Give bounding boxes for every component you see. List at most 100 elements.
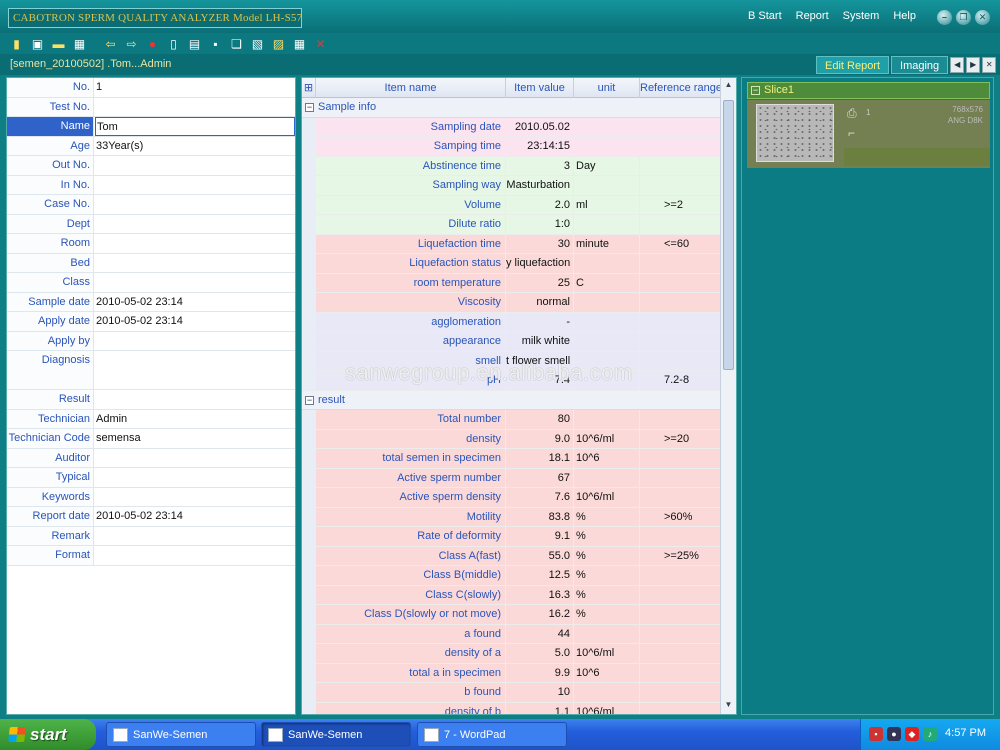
table-row[interactable]: Samping time 23:14:15 [302, 137, 722, 157]
item-value-cell[interactable]: 18.1 [506, 449, 574, 469]
slice-thumbnail[interactable] [756, 104, 834, 162]
menu-report[interactable]: Report [796, 10, 829, 22]
item-value-cell[interactable]: 23:14:15 [506, 137, 574, 157]
item-value-cell[interactable]: - [506, 312, 574, 332]
table-row[interactable]: Class B(middle) 12.5% [302, 566, 722, 586]
table-row[interactable]: a found 44 [302, 624, 722, 644]
chevron-right-icon[interactable]: ▶ [966, 57, 981, 73]
menu-help[interactable]: Help [893, 10, 916, 22]
item-value-cell[interactable]: 9.9 [506, 663, 574, 683]
item-value-cell[interactable]: y liquefaction [506, 254, 574, 274]
in-no-field[interactable] [95, 176, 295, 195]
item-value-cell[interactable]: 16.3 [506, 585, 574, 605]
item-value-cell[interactable]: 30 [506, 234, 574, 254]
table-row[interactable]: Rate of deformity 9.1% [302, 527, 722, 547]
item-value-cell[interactable]: 2.0 [506, 195, 574, 215]
table-row[interactable]: Liquefaction time 30 minute <=60 [302, 234, 722, 254]
item-value-cell[interactable]: Masturbation [506, 176, 574, 196]
format-field[interactable] [95, 546, 295, 565]
group-sample-info[interactable]: − Sample info [302, 98, 722, 118]
pointer-icon[interactable]: ⌐ [848, 126, 855, 140]
expand-all-icon[interactable]: ⊞ [302, 78, 316, 98]
group-result[interactable]: − result [302, 390, 722, 410]
remark-field[interactable] [95, 527, 295, 546]
volume-icon[interactable]: ♪ [923, 727, 937, 741]
printer-icon[interactable]: ⎙ [847, 106, 857, 121]
table-row[interactable]: Active sperm density 7.6 10^6/ml [302, 488, 722, 508]
class-field[interactable] [95, 273, 295, 292]
item-value-cell[interactable]: 12.5 [506, 566, 574, 586]
table-row[interactable]: total semen in specimen 18.1 10^6 [302, 449, 722, 469]
table-row[interactable]: total a in specimen 9.9 10^6 [302, 663, 722, 683]
close-icon[interactable]: ✕ [975, 10, 990, 25]
scroll-thumb[interactable] [723, 100, 734, 370]
diagnosis-field[interactable] [95, 351, 295, 389]
item-value-cell[interactable]: 9.1 [506, 527, 574, 547]
table-row[interactable]: Class A(fast) 55.0% >=25% [302, 546, 722, 566]
arrow-left-icon[interactable]: ⇦ [102, 35, 119, 52]
table-row[interactable]: room temperature 25 C [302, 273, 722, 293]
copy-icon[interactable]: ❏ [228, 35, 245, 52]
grid-scrollbar[interactable]: ▲ ▼ [720, 78, 736, 714]
out-no-field[interactable] [95, 156, 295, 175]
item-value-cell[interactable]: 55.0 [506, 546, 574, 566]
table-row[interactable]: Volume 2.0 ml >=2 [302, 195, 722, 215]
table-row[interactable]: Liquefaction status y liquefaction [302, 254, 722, 274]
result-field[interactable] [95, 390, 295, 409]
shield-icon[interactable]: ◆ [905, 727, 919, 741]
table-row[interactable]: appearance milk white [302, 332, 722, 352]
menu-system[interactable]: System [843, 10, 880, 22]
keywords-field[interactable] [95, 488, 295, 507]
stack-icon[interactable]: ▣ [29, 35, 46, 52]
delete-icon[interactable]: ✕ [312, 35, 329, 52]
open-icon[interactable]: ▮ [8, 35, 25, 52]
item-value-cell[interactable]: 10 [506, 683, 574, 703]
close-icon[interactable]: ✕ [982, 57, 997, 73]
item-value-cell[interactable]: 2010.05.02 [506, 117, 574, 137]
item-value-cell[interactable]: 67 [506, 468, 574, 488]
technician-field[interactable]: Admin [95, 410, 295, 429]
item-value-cell[interactable]: normal [506, 293, 574, 313]
scroll-up-icon[interactable]: ▲ [723, 80, 734, 92]
item-value-cell[interactable]: 9.0 [506, 429, 574, 449]
taskbar-item-sanwe-semen-2[interactable]: SanWe-Semen [261, 722, 411, 747]
sample-date-field[interactable]: 2010-05-02 23:14 [95, 293, 295, 312]
table-row[interactable]: density of b 1.1 10^6/ml [302, 702, 722, 714]
bed-field[interactable] [95, 254, 295, 273]
network-icon[interactable]: ▪ [869, 727, 883, 741]
table-row[interactable]: Class D(slowly or not move) 16.2% [302, 605, 722, 625]
apply-date-field[interactable]: 2010-05-02 23:14 [95, 312, 295, 331]
calendar-icon[interactable]: ▦ [71, 35, 88, 52]
column-reference-range[interactable]: Reference range [640, 78, 722, 98]
column-unit[interactable]: unit [574, 78, 640, 98]
tab-imaging[interactable]: Imaging [891, 56, 949, 74]
room-field[interactable] [95, 234, 295, 253]
name-field[interactable]: Tom [95, 117, 295, 136]
table-row[interactable]: b found 10 [302, 683, 722, 703]
table-icon[interactable]: ▦ [291, 35, 308, 52]
chevron-left-icon[interactable]: ◀ [950, 57, 965, 73]
scroll-down-icon[interactable]: ▼ [723, 700, 734, 712]
column-item-value[interactable]: Item value [506, 78, 574, 98]
print-icon[interactable]: ▨ [270, 35, 287, 52]
table-row[interactable]: density of a 5.0 10^6/ml [302, 644, 722, 664]
item-value-cell[interactable]: 83.8 [506, 507, 574, 527]
test-no-field[interactable] [95, 98, 295, 117]
no-field[interactable]: 1 [95, 78, 295, 97]
save-icon[interactable]: ▪ [207, 35, 224, 52]
record-icon[interactable]: ● [144, 35, 161, 52]
paste-icon[interactable]: ▧ [249, 35, 266, 52]
technician-code-field[interactable]: semensa [95, 429, 295, 448]
table-row[interactable]: Active sperm number 67 [302, 468, 722, 488]
dept-field[interactable] [95, 215, 295, 234]
minimize-icon[interactable]: – [937, 10, 952, 25]
taskbar-item-wordpad[interactable]: 7 - WordPad [417, 722, 567, 747]
case-no-field[interactable] [95, 195, 295, 214]
collapse-icon[interactable]: − [751, 86, 760, 95]
antivirus-icon[interactable]: ● [887, 727, 901, 741]
item-value-cell[interactable]: 16.2 [506, 605, 574, 625]
tab-edit-report[interactable]: Edit Report [816, 56, 890, 74]
new-document-icon[interactable]: ▯ [165, 35, 182, 52]
collapse-icon[interactable]: − [305, 103, 314, 112]
item-value-cell[interactable]: 1.1 [506, 702, 574, 714]
